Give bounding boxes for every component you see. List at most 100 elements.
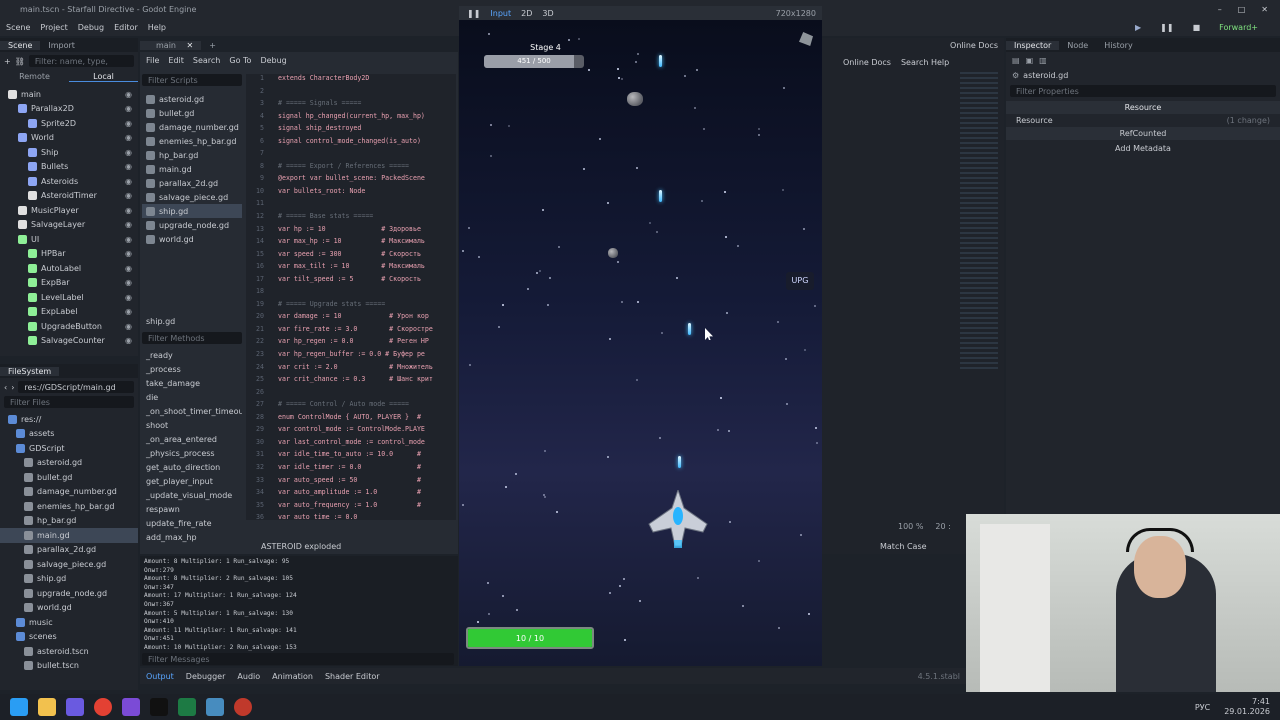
method-list-item[interactable]: _ready [142,348,242,362]
add-node-icon[interactable]: + [4,57,11,66]
file-item[interactable]: salvage_piece.gd [0,557,138,572]
visibility-icon[interactable]: ◉ [125,206,132,215]
visibility-icon[interactable]: ◉ [125,148,132,157]
menu-script-debug[interactable]: Debug [260,56,286,65]
explorer-icon[interactable] [38,698,56,716]
file-item[interactable]: bullet.gd [0,470,138,485]
tab-output[interactable]: Output [146,672,174,681]
menu-search[interactable]: Search [193,56,220,65]
scene-filter-input[interactable]: Filter: name, type, [28,55,134,67]
search-help-button[interactable]: Search Help [901,58,949,67]
file-item[interactable]: assets [0,427,138,442]
scene-node[interactable]: Ship ◉ [0,145,138,160]
scene-node[interactable]: AsteroidTimer ◉ [0,189,138,204]
app-icon[interactable] [234,698,252,716]
scene-node[interactable]: Asteroids ◉ [0,174,138,189]
file-item[interactable]: scenes [0,630,138,645]
app-icon[interactable] [122,698,140,716]
scene-node[interactable]: SalvageCounter ◉ [0,334,138,349]
scene-node[interactable]: main ◉ [0,87,138,102]
file-item[interactable]: res:// [0,412,138,427]
new-tab-icon[interactable]: + [201,41,224,50]
file-item[interactable]: ship.gd [0,572,138,587]
method-list-item[interactable]: die [142,390,242,404]
online-docs-link[interactable]: Online Docs [950,41,998,50]
file-item[interactable]: main.gd [0,528,138,543]
remote-tab[interactable]: Remote [0,72,69,81]
scene-node[interactable]: Sprite2D ◉ [0,116,138,131]
chrome-icon[interactable] [94,698,112,716]
visibility-icon[interactable]: ◉ [125,235,132,244]
file-item[interactable]: enemies_hp_bar.gd [0,499,138,514]
visibility-icon[interactable]: ◉ [125,336,132,345]
visibility-icon[interactable]: ◉ [125,191,132,200]
tab-main[interactable]: main ✕ [140,40,202,50]
scene-node[interactable]: MusicPlayer ◉ [0,203,138,218]
file-item[interactable]: GDScript [0,441,138,456]
file-item[interactable]: world.gd [0,601,138,616]
visibility-icon[interactable]: ◉ [125,104,132,113]
method-list-item[interactable]: update_fire_rate [142,516,242,530]
script-list-item[interactable]: enemies_hp_bar.gd [142,134,242,148]
forward-icon[interactable]: › [11,383,14,392]
app-icon[interactable] [178,698,196,716]
mode-2d-toggle[interactable]: 2D [521,9,532,18]
script-list-item[interactable]: upgrade_node.gd [142,218,242,232]
resource-group[interactable]: Resource (1 change) [1006,114,1280,127]
mode-3d-toggle[interactable]: 3D [542,9,553,18]
save-resource-icon[interactable]: ▥ [1039,56,1047,65]
method-list-item[interactable]: shoot [142,418,242,432]
scene-node[interactable]: LevelLabel ◉ [0,290,138,305]
file-item[interactable]: upgrade_node.gd [0,586,138,601]
visibility-icon[interactable]: ◉ [125,90,132,99]
close-button[interactable]: ✕ [1261,5,1268,14]
run-icon[interactable]: ▶ [1135,23,1141,32]
language-indicator[interactable]: РУС [1195,703,1210,712]
code-editor[interactable]: 1 extends CharacterBody2D 2 3 # ===== Signal… [246,74,456,520]
script-list-item[interactable]: damage_number.gd [142,120,242,134]
script-list-item[interactable]: world.gd [142,232,242,246]
method-list-item[interactable]: get_player_input [142,474,242,488]
stop-icon[interactable]: ■ [1193,23,1201,32]
visibility-icon[interactable]: ◉ [125,322,132,331]
back-icon[interactable]: ‹ [4,383,7,392]
tab-import[interactable]: Import [40,41,83,50]
visibility-icon[interactable]: ◉ [125,220,132,229]
godot-icon[interactable] [206,698,224,716]
menu-edit[interactable]: Edit [168,56,184,65]
script-list-item[interactable]: main.gd [142,162,242,176]
method-list-item[interactable]: _physics_process [142,446,242,460]
scene-node[interactable]: Bullets ◉ [0,160,138,175]
tab-node[interactable]: Node [1059,41,1096,50]
menu-goto[interactable]: Go To [229,56,251,65]
pause-icon[interactable]: ❚❚ [1160,23,1173,32]
tab-audio[interactable]: Audio [237,672,260,681]
visibility-icon[interactable]: ◉ [125,278,132,287]
method-list-item[interactable]: _process [142,362,242,376]
visibility-icon[interactable]: ◉ [125,133,132,142]
scene-node[interactable]: UI ◉ [0,232,138,247]
method-list-item[interactable]: _on_shoot_timer_timeout [142,404,242,418]
upgrade-button[interactable]: UPG [786,272,814,290]
new-resource-icon[interactable]: ▤ [1012,56,1020,65]
method-list-item[interactable]: _update_visual_mode [142,488,242,502]
input-toggle[interactable]: Input [490,9,511,18]
scene-node[interactable]: HPBar ◉ [0,247,138,262]
tab-animation[interactable]: Animation [272,672,313,681]
scene-node[interactable]: ExpLabel ◉ [0,305,138,320]
scene-node[interactable]: World ◉ [0,131,138,146]
file-item[interactable]: asteroid.tscn [0,644,138,659]
clock-time[interactable]: 7:41 [1224,697,1270,707]
minimize-button[interactable]: – [1218,5,1222,14]
scene-node[interactable]: Parallax2D ◉ [0,102,138,117]
visibility-icon[interactable]: ◉ [125,162,132,171]
method-list-item[interactable]: respawn [142,502,242,516]
file-item[interactable]: bullet.tscn [0,659,138,674]
path-field[interactable]: res://GDScript/main.gd [18,381,134,393]
script-list-item[interactable]: bullet.gd [142,106,242,120]
files-filter-input[interactable]: Filter Files [4,396,134,408]
scene-node[interactable]: AutoLabel ◉ [0,261,138,276]
visibility-icon[interactable]: ◉ [125,307,132,316]
menu-editor[interactable]: Editor [114,23,138,32]
filter-messages-input[interactable]: Filter Messages [142,653,454,665]
